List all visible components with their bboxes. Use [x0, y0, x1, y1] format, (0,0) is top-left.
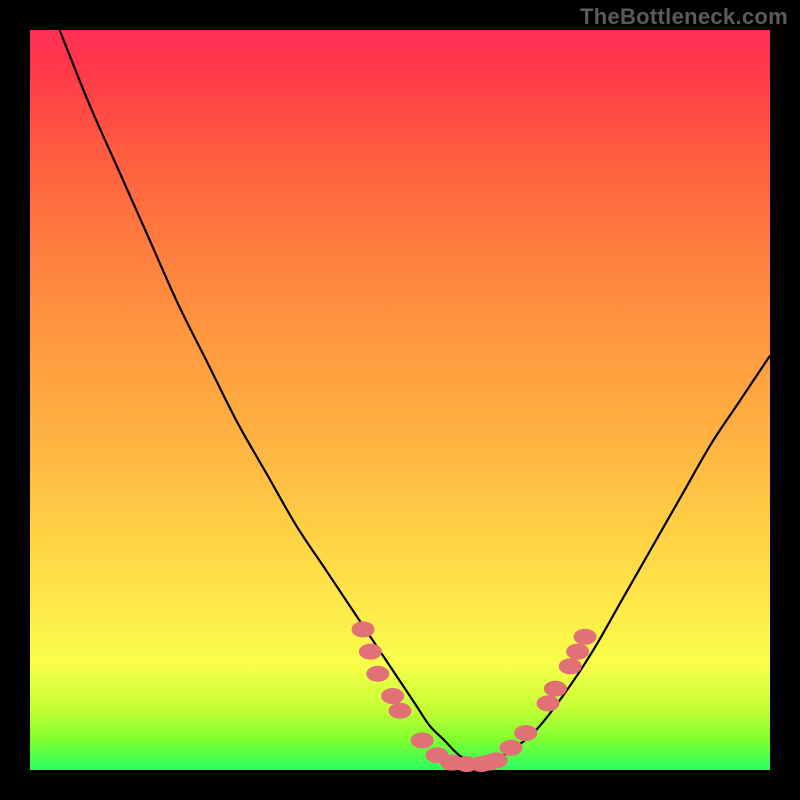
curve-marker — [359, 644, 381, 659]
curve-marker — [382, 689, 404, 704]
chart-frame: TheBottleneck.com — [0, 0, 800, 800]
curve-marker — [567, 644, 589, 659]
curve-marker — [352, 622, 374, 637]
watermark-text: TheBottleneck.com — [580, 4, 788, 30]
chart-svg — [30, 30, 770, 770]
bottleneck-curve — [30, 0, 770, 764]
curve-marker — [574, 629, 596, 644]
curve-marker — [367, 666, 389, 681]
curve-marker — [544, 681, 566, 696]
curve-marker — [500, 740, 522, 755]
curve-marker — [411, 733, 433, 748]
curve-marker — [389, 703, 411, 718]
curve-marker — [485, 753, 507, 768]
curve-marker — [537, 696, 559, 711]
curve-marker — [559, 659, 581, 674]
curve-marker — [515, 726, 537, 741]
plot-area — [30, 30, 770, 770]
curve-markers — [352, 622, 596, 772]
